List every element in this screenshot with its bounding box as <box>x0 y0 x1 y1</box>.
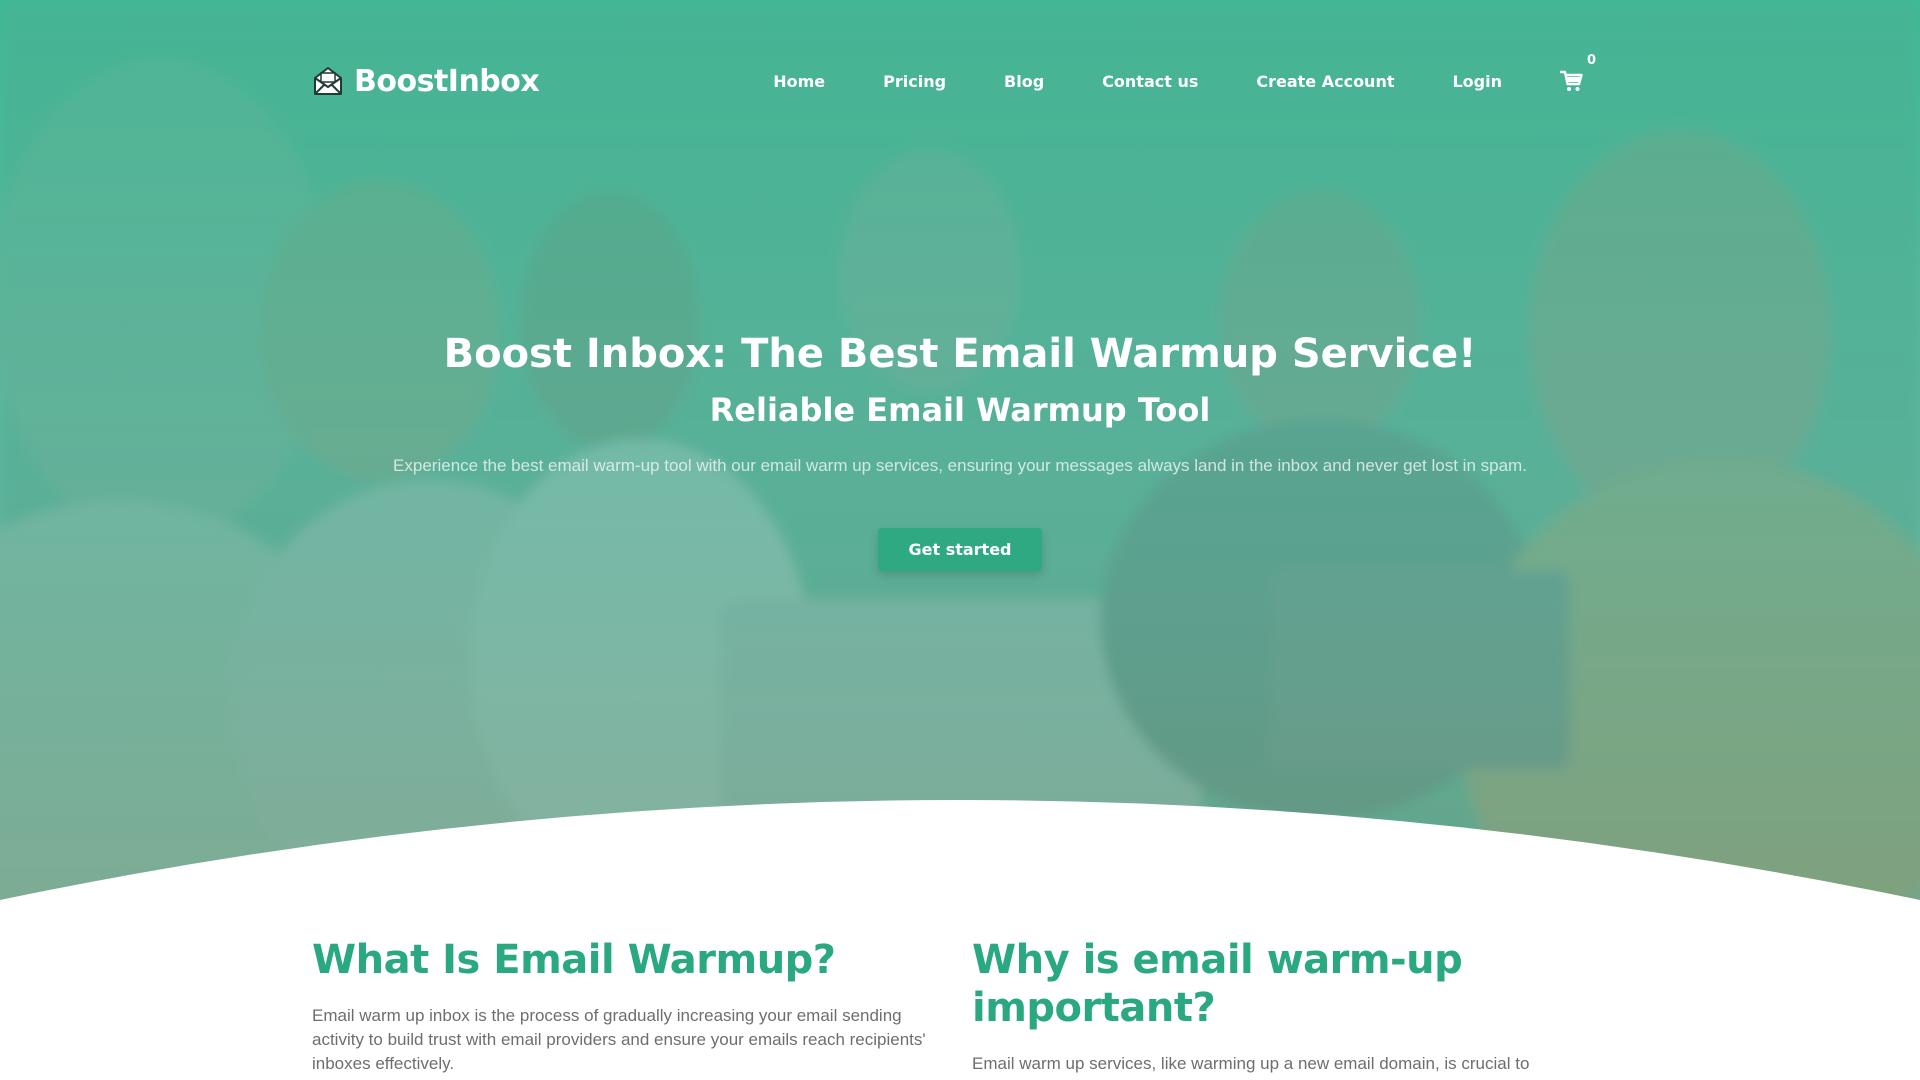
open-envelope-icon <box>312 65 344 97</box>
hero-curve-divider <box>0 800 1920 900</box>
hero-title: Boost Inbox: The Best Email Warmup Servi… <box>443 331 1477 377</box>
hero-content: Boost Inbox: The Best Email Warmup Servi… <box>0 326 1920 571</box>
what-is-warmup-text: Email warm up inbox is the process of gr… <box>312 1006 926 1073</box>
why-warmup-section: Why is email warm-up important? Email wa… <box>972 936 1568 1080</box>
hero-section: BoostInbox Home Pricing Blog Contact us … <box>0 0 1920 900</box>
hero-description: Experience the best email warm-up tool w… <box>393 456 1527 475</box>
get-started-button[interactable]: Get started <box>878 528 1042 571</box>
nav-links: Home Pricing Blog Contact us Create Acco… <box>773 53 1596 93</box>
nav-home-link[interactable]: Home <box>773 72 825 91</box>
brand-name: BoostInbox <box>354 63 540 99</box>
brand-logo[interactable]: BoostInbox <box>312 63 540 99</box>
nav-pricing-link[interactable]: Pricing <box>883 72 946 91</box>
nav-login-link[interactable]: Login <box>1452 72 1502 91</box>
what-is-warmup-section: What Is Email Warmup? Email warm up inbo… <box>312 936 944 1076</box>
why-warmup-heading: Why is email warm-up important? <box>972 937 1463 1031</box>
why-warmup-text: Email warm up services, like warming up … <box>972 1054 1530 1080</box>
nav-create-account-link[interactable]: Create Account <box>1256 72 1394 91</box>
nav-blog-link[interactable]: Blog <box>1004 72 1044 91</box>
top-navbar: BoostInbox Home Pricing Blog Contact us … <box>312 53 1596 106</box>
cart-button[interactable]: 0 <box>1559 53 1596 93</box>
nav-contact-link[interactable]: Contact us <box>1102 72 1198 91</box>
what-is-warmup-heading: What Is Email Warmup? <box>312 937 836 983</box>
shopping-cart-icon <box>1559 70 1583 91</box>
hero-subtitle: Reliable Email Warmup Tool <box>709 391 1211 429</box>
cart-count-badge: 0 <box>1587 53 1597 68</box>
